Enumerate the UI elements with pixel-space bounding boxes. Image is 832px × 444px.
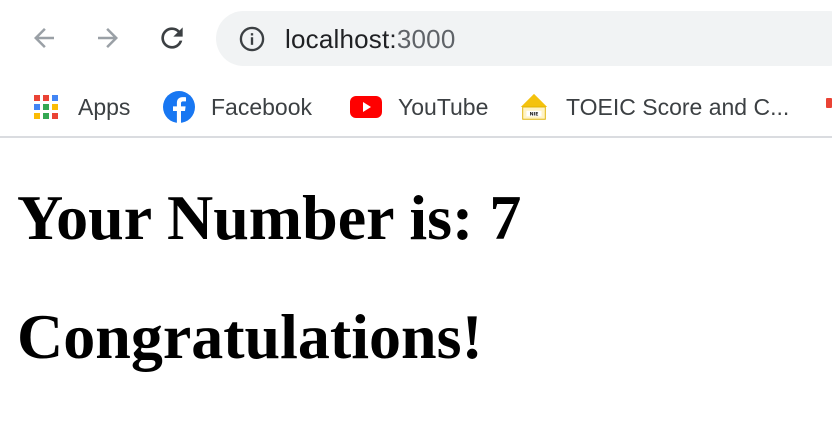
bookmark-overflow-partial[interactable] xyxy=(824,92,832,112)
svg-text:NIE: NIE xyxy=(530,111,539,117)
back-button[interactable] xyxy=(24,18,64,58)
address-bar[interactable]: localhost:3000 xyxy=(216,11,832,66)
facebook-icon xyxy=(163,91,195,123)
bookmark-apps[interactable]: Apps xyxy=(30,86,130,128)
apps-grid-icon xyxy=(30,91,62,123)
bookmark-label: Apps xyxy=(78,93,131,120)
info-icon[interactable] xyxy=(238,25,266,53)
bookmark-facebook[interactable]: Facebook xyxy=(163,86,312,128)
forward-button[interactable] xyxy=(88,18,128,58)
arrow-left-icon xyxy=(34,28,54,48)
arrow-right-icon xyxy=(98,28,118,48)
bookmark-label: TOEIC Score and C... xyxy=(566,93,790,120)
url-host: localhost: xyxy=(285,24,397,54)
bookmark-youtube[interactable]: YouTube xyxy=(350,86,488,128)
browser-toolbar: localhost:3000 xyxy=(0,0,832,78)
reload-icon xyxy=(161,27,183,49)
number-heading: Your Number is: 7 xyxy=(17,182,522,253)
url-port: 3000 xyxy=(396,24,456,54)
bookmark-label: YouTube xyxy=(398,93,489,120)
reload-button[interactable] xyxy=(152,18,192,58)
url-text[interactable]: localhost:3000 xyxy=(285,24,455,54)
page-content: Your Number is: 7 Congratulations! xyxy=(0,138,832,444)
bookmark-toeic[interactable]: NIE TOEIC Score and C... xyxy=(518,86,789,128)
bookmarks-bar: Apps Facebook YouTube NIE TOEIC Score an… xyxy=(0,78,832,138)
youtube-icon xyxy=(350,91,382,123)
bookmark-label: Facebook xyxy=(211,93,313,120)
congratulations-heading: Congratulations! xyxy=(17,301,483,372)
toeic-icon: NIE xyxy=(518,91,550,123)
